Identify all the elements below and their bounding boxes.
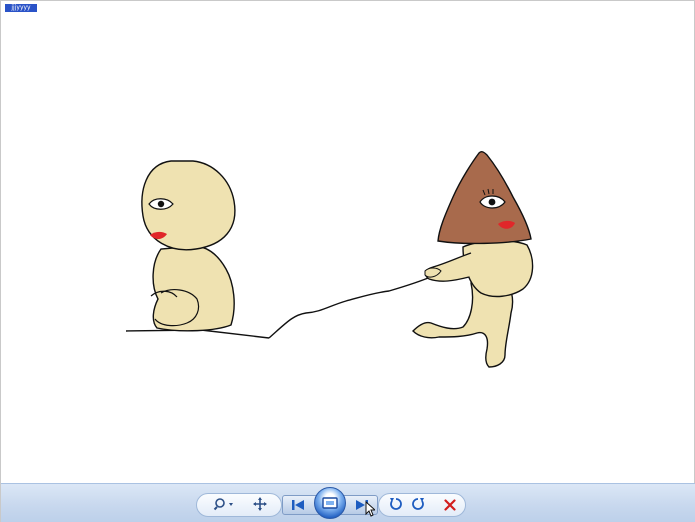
- previous-icon: [291, 496, 305, 515]
- photo-viewer-window: jjjyyyy: [0, 0, 695, 522]
- rotate-clockwise-icon: [411, 496, 425, 515]
- rope: [268, 275, 434, 339]
- delete-button[interactable]: [441, 496, 459, 514]
- mouse-cursor-icon: [365, 500, 377, 521]
- pulling-pupil: [488, 198, 496, 206]
- zoom-button[interactable]: [210, 496, 238, 514]
- rotate-counterclockwise-icon: [389, 496, 403, 515]
- sitting-pupil: [157, 200, 165, 208]
- slideshow-icon: [322, 494, 338, 513]
- previous-button[interactable]: [286, 496, 310, 514]
- rotate-clockwise-button[interactable]: [409, 496, 427, 514]
- fit-to-window-icon: [253, 496, 267, 515]
- cartoon-drawing: [125, 151, 534, 368]
- displayed-image: [1, 1, 695, 483]
- delete-icon: [444, 496, 456, 515]
- viewer-toolbar: [1, 483, 695, 522]
- rotate-counterclockwise-button[interactable]: [387, 496, 405, 514]
- pulling-character: [412, 151, 534, 368]
- slideshow-button[interactable]: [314, 487, 346, 519]
- sitting-knee: [154, 289, 200, 327]
- sitting-character: [141, 160, 236, 332]
- magnifier-zoom-icon: [213, 496, 235, 515]
- actual-size-button[interactable]: [249, 496, 271, 514]
